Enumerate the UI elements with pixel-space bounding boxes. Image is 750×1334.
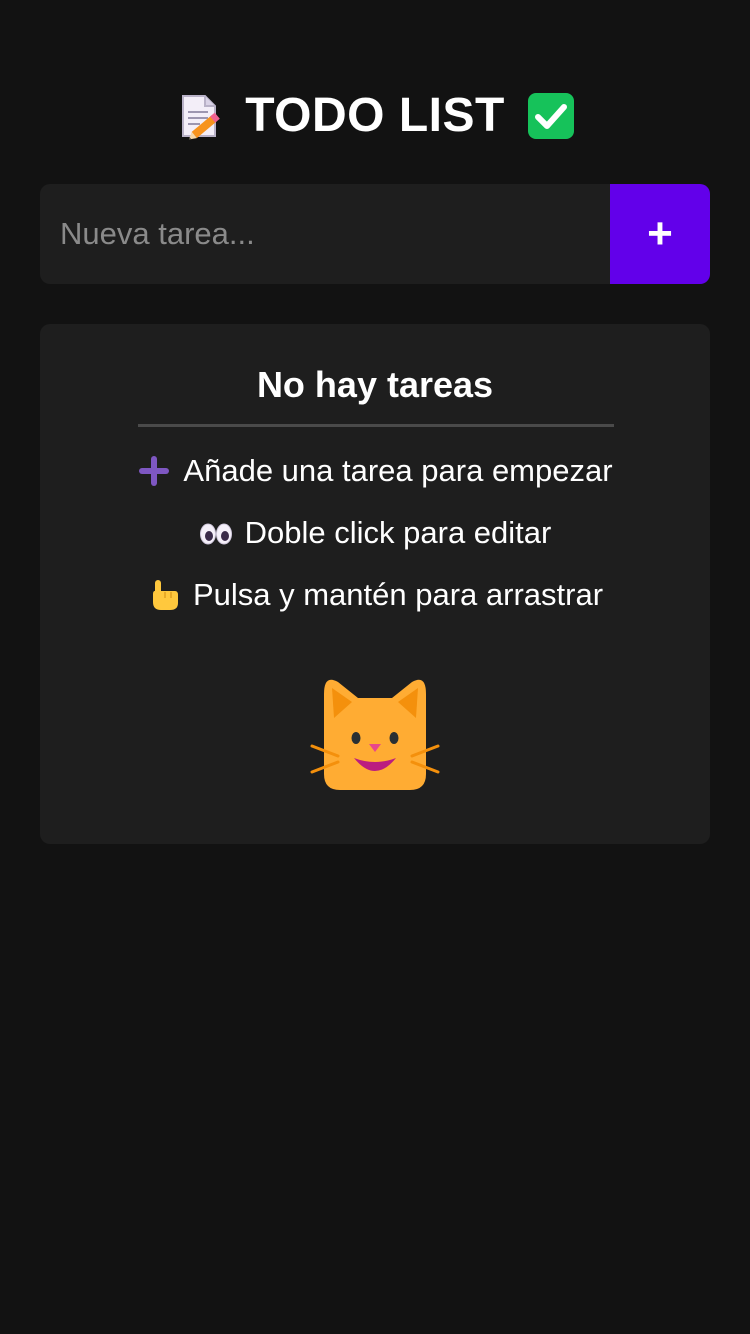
divider	[138, 424, 614, 427]
pointing-hand-icon	[152, 580, 178, 610]
eyes-icon	[199, 523, 232, 545]
smiling-cat-icon	[310, 679, 440, 790]
app-header: TODO LIST	[0, 86, 750, 146]
add-task-button[interactable]: +	[610, 184, 710, 284]
hint-add-task: Añade una tarea para empezar	[40, 451, 710, 491]
hint-text: Pulsa y mantén para arrastrar	[192, 577, 604, 612]
empty-state-title: No hay tareas	[256, 364, 494, 405]
memo-icon	[182, 95, 221, 140]
empty-state-card: No hay tareas Añade una tarea para empez…	[40, 324, 710, 844]
hint-drag-task: Pulsa y mantén para arrastrar	[40, 575, 710, 615]
new-task-input[interactable]	[40, 184, 610, 284]
plus-icon	[139, 456, 170, 486]
hint-text: Doble click para editar	[244, 515, 552, 550]
hint-text: Añade una tarea para empezar	[183, 453, 613, 488]
new-task-form: +	[40, 184, 710, 284]
app-screen: TODO LIST + No hay tareas Añade una tare…	[0, 0, 750, 1334]
check-mark-button-icon	[527, 93, 574, 139]
hint-edit-task: Doble click para editar	[40, 513, 710, 553]
page-title: TODO LIST	[245, 89, 505, 142]
